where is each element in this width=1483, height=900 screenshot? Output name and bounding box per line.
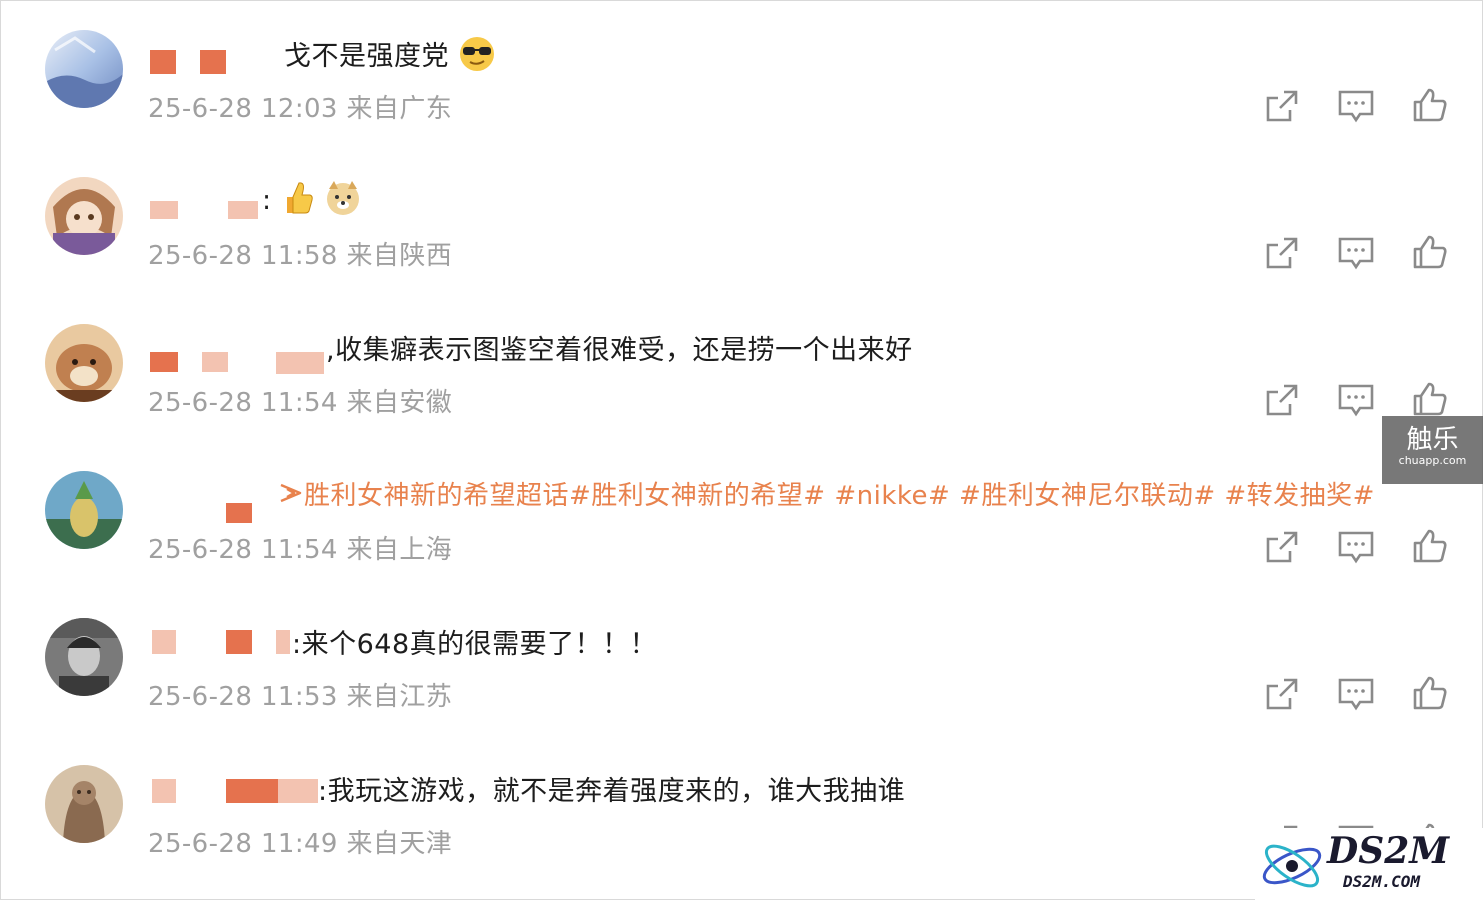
share-icon[interactable] (1262, 86, 1302, 126)
comment-text: ,收集癖表示图鉴空着很难受，还是捞一个出来好 (326, 335, 913, 366)
share-icon[interactable] (1262, 233, 1302, 273)
comment-icon[interactable] (1336, 527, 1376, 567)
avatar[interactable] (45, 177, 123, 255)
ds2m-watermark-url: DS2M.COM (1343, 872, 1421, 891)
ds2m-watermark: DS2M DS2M.COM (1255, 828, 1483, 900)
cool-sunglasses-emoji (458, 35, 496, 80)
chule-watermark: 触乐 chuapp.com (1382, 416, 1483, 484)
comment-item: : 25-6-28 11:58 来自陕西 (0, 147, 1483, 293)
comment-text: 戈不是强度党 (284, 34, 496, 80)
comment-item: :来个648真的很需要了！！！ 25-6-28 11:53 来自江苏 (0, 588, 1483, 734)
thumbs-up-icon[interactable] (1410, 674, 1450, 714)
share-icon[interactable] (1262, 527, 1302, 567)
redacted-username[interactable] (148, 352, 328, 378)
comment-meta: 25-6-28 11:54 来自安徽 (148, 388, 453, 418)
comment-text: : (262, 179, 362, 224)
thumbs-up-icon[interactable] (1410, 527, 1450, 567)
comment-meta: 25-6-28 11:49 来自天津 (148, 829, 453, 859)
share-icon[interactable] (1262, 674, 1302, 714)
comment-meta: 25-6-28 12:03 来自广东 (148, 94, 453, 124)
chule-watermark-url: chuapp.com (1398, 454, 1467, 467)
comment-item: 戈不是强度党 25-6-28 12:03 来自广东 (0, 0, 1483, 146)
avatar[interactable] (45, 324, 123, 402)
comment-item: ,收集癖表示图鉴空着很难受，还是捞一个出来好 25-6-28 11:54 来自安… (0, 294, 1483, 440)
comment-actions (1256, 86, 1456, 126)
thumbs-up-icon[interactable] (1410, 86, 1450, 126)
thumbs-up-icon[interactable] (1410, 233, 1450, 273)
comment-icon[interactable] (1336, 380, 1376, 420)
avatar[interactable] (45, 618, 123, 696)
comment-meta: 25-6-28 11:53 来自江苏 (148, 682, 453, 712)
avatar[interactable] (45, 30, 123, 108)
avatar[interactable] (45, 471, 123, 549)
comment-meta: 25-6-28 11:54 来自上海 (148, 535, 453, 565)
comment-actions (1256, 380, 1456, 420)
comment-text[interactable]: 胜利女神新的希望超话#胜利女神新的希望# #nikke# #胜利女神尼尔联动# … (278, 475, 1375, 513)
comment-item: 胜利女神新的希望超话#胜利女神新的希望# #nikke# #胜利女神尼尔联动# … (0, 441, 1483, 587)
ds2m-watermark-title: DS2M (1327, 830, 1450, 872)
comment-icon[interactable] (1336, 86, 1376, 126)
share-icon[interactable] (1262, 380, 1302, 420)
comment-text: :我玩这游戏，就不是奔着强度来的，谁大我抽谁 (318, 776, 906, 807)
chule-watermark-title: 触乐 (1406, 425, 1459, 455)
comment-icon[interactable] (1336, 233, 1376, 273)
comment-icon[interactable] (1336, 674, 1376, 714)
thumbs-up-icon[interactable] (1410, 380, 1450, 420)
topic-icon (278, 480, 304, 513)
comment-actions (1256, 674, 1456, 714)
avatar[interactable] (45, 765, 123, 843)
comment-actions (1256, 233, 1456, 273)
redacted-username[interactable] (148, 779, 328, 805)
comment-meta: 25-6-28 11:58 来自陕西 (148, 241, 453, 271)
comment-actions (1256, 527, 1456, 567)
thumbs-up-emoji (281, 179, 315, 224)
comment-text: :来个648真的很需要了！！！ (292, 629, 658, 660)
doge-emoji (324, 179, 362, 224)
ds2m-logo-icon (1262, 844, 1322, 888)
